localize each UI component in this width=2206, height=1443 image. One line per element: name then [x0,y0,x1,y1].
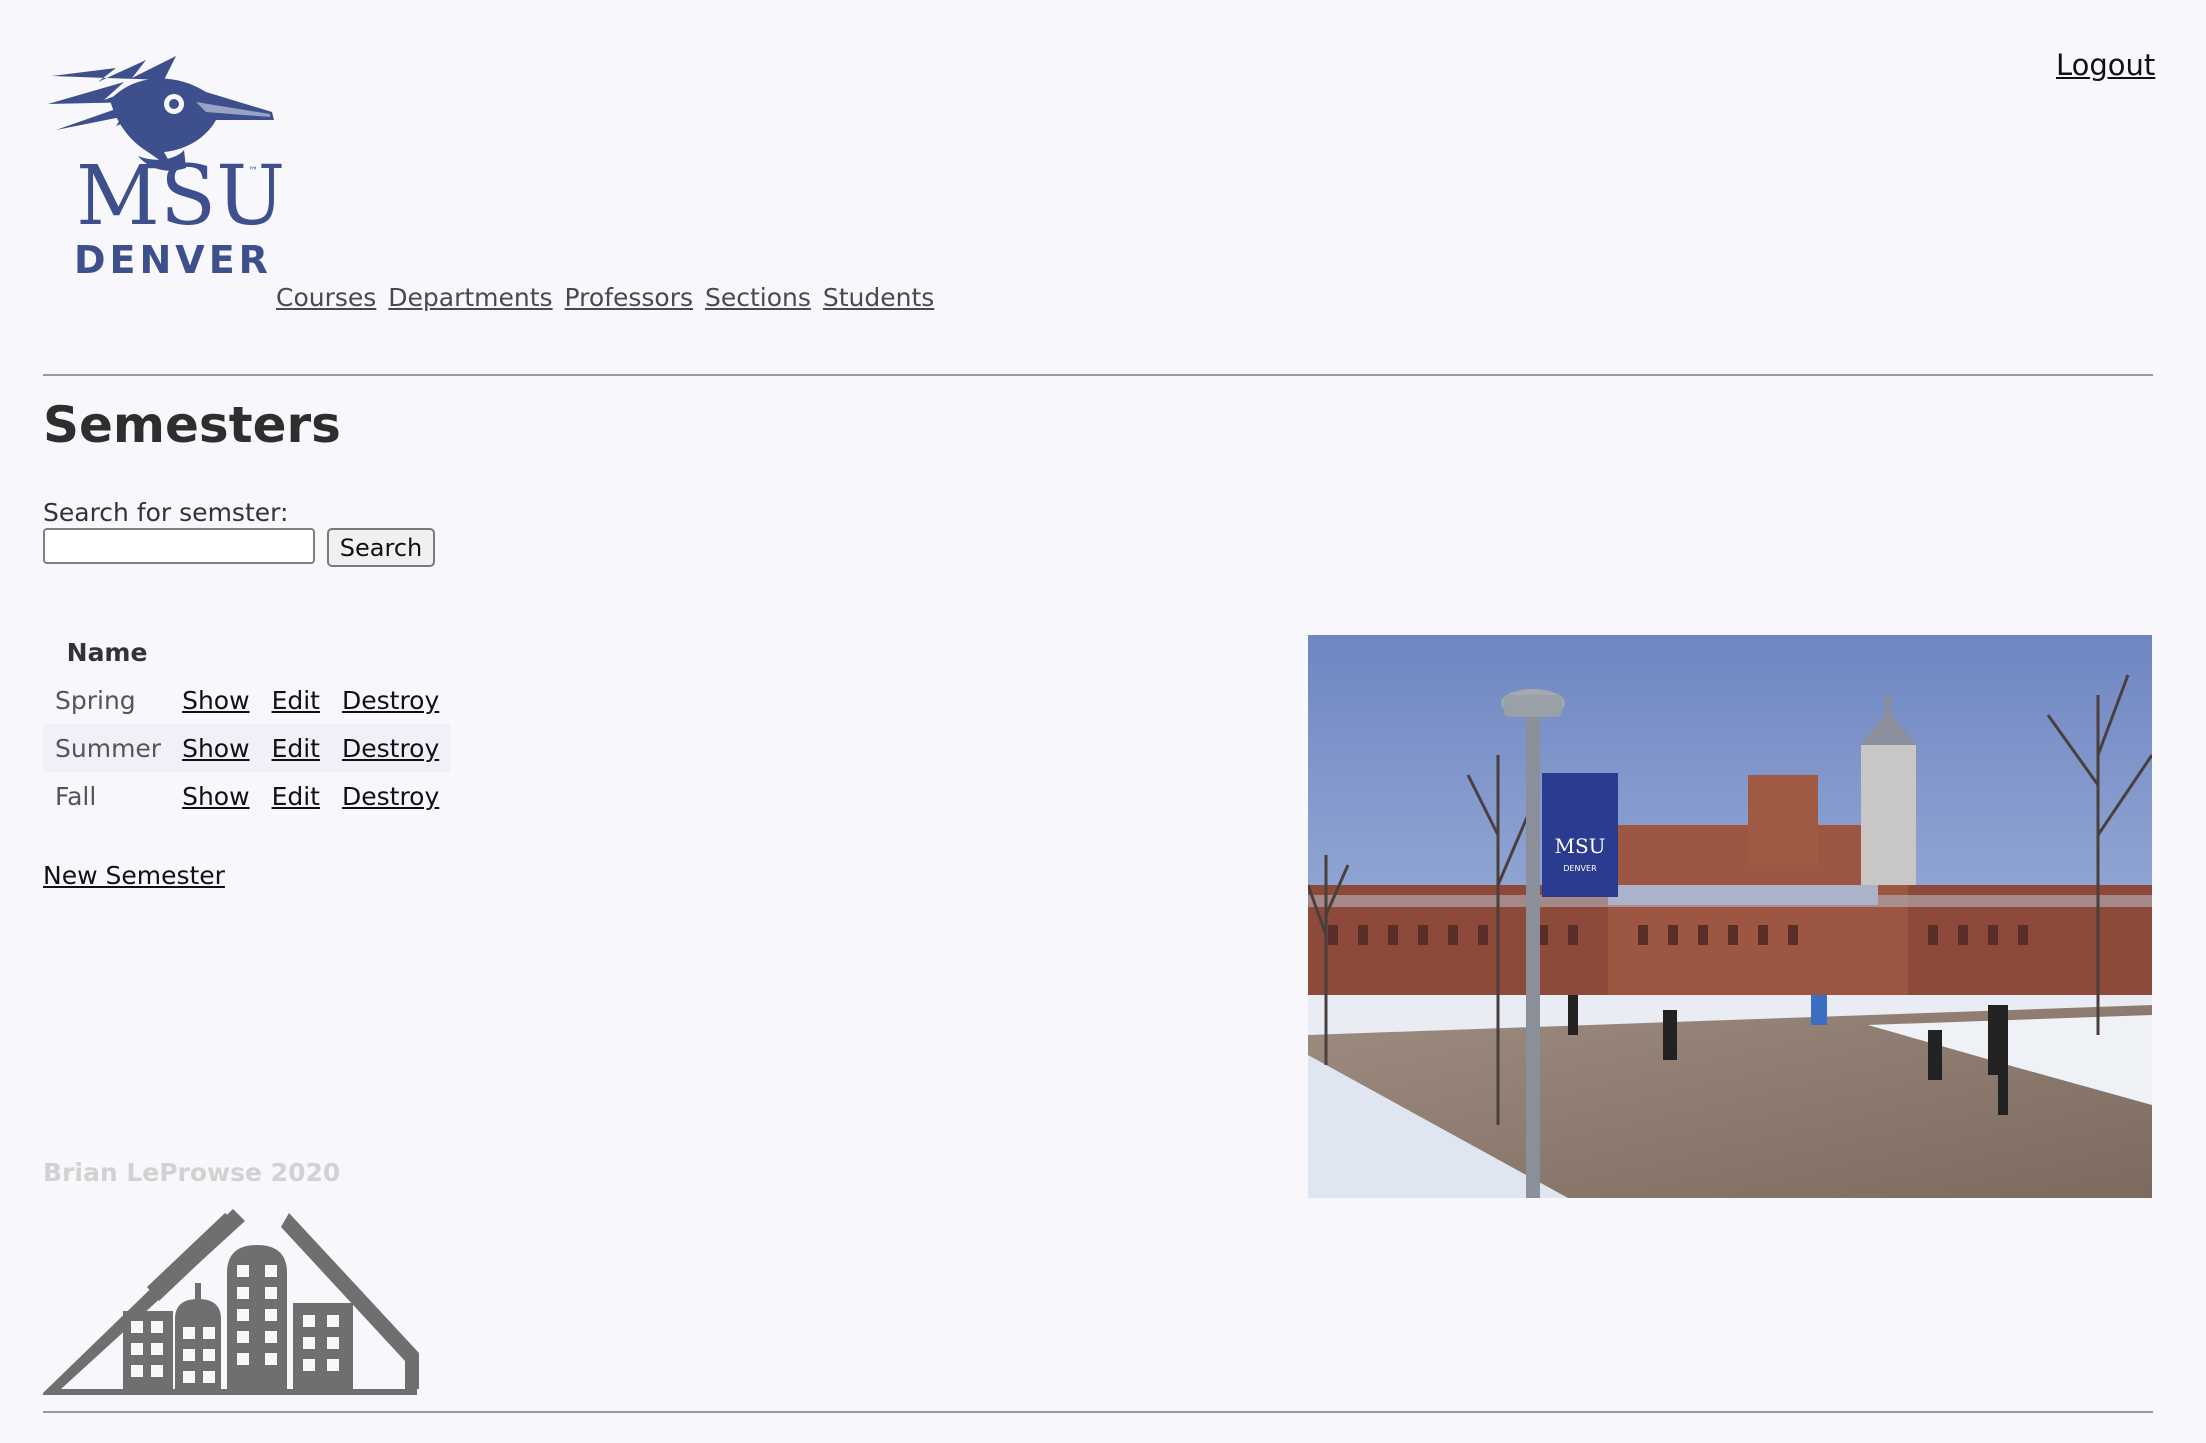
banner-text-denver: DENVER [1563,864,1597,873]
nav-students[interactable]: Students [823,283,934,312]
footer-credit: Brian LeProwse 2020 [43,1158,341,1187]
new-semester-link[interactable]: New Semester [43,861,225,890]
header-divider [43,374,2153,376]
search-label: Search for semster: [43,498,289,527]
column-header-name: Name [66,637,148,667]
semester-name: Summer [43,724,172,772]
msu-denver-logo: MSU ™ DENVER [46,46,282,286]
table-header-row: Name [43,632,450,676]
campus-photo: MSU DENVER [1308,635,2152,1198]
show-link[interactable]: Show [182,734,249,763]
nav-professors[interactable]: Professors [565,283,694,312]
show-link[interactable]: Show [182,686,249,715]
edit-link[interactable]: Edit [272,686,320,715]
edit-link[interactable]: Edit [272,782,320,811]
search-button[interactable]: Search [327,528,435,567]
main-nav: Courses Departments Professors Sections … [276,283,938,312]
destroy-link[interactable]: Destroy [342,734,439,763]
show-link[interactable]: Show [182,782,249,811]
buildings-icon [43,1203,421,1395]
footer-divider [43,1411,2153,1413]
edit-link[interactable]: Edit [272,734,320,763]
table-row: Spring Show Edit Destroy [43,676,450,724]
nav-courses[interactable]: Courses [276,283,376,312]
logout-link[interactable]: Logout [2056,48,2155,82]
search-input[interactable] [43,528,315,564]
banner-text-msu: MSU [1554,834,1605,858]
destroy-link[interactable]: Destroy [342,686,439,715]
semester-name: Fall [55,781,97,811]
semesters-table: Name Spring Show Edit Destroy Summer Sho… [43,632,451,820]
destroy-link[interactable]: Destroy [342,782,439,811]
logo-trademark: ™ [248,166,258,177]
nav-departments[interactable]: Departments [388,283,552,312]
nav-sections[interactable]: Sections [705,283,811,312]
logo-text-msu: MSU [76,149,282,244]
table-row: Fall Show Edit Destroy [43,772,450,820]
table-row: Summer Show Edit Destroy [43,724,451,772]
semester-name: Spring [55,685,136,715]
page-title: Semesters [43,396,341,454]
logo-text-denver: DENVER [74,238,272,282]
